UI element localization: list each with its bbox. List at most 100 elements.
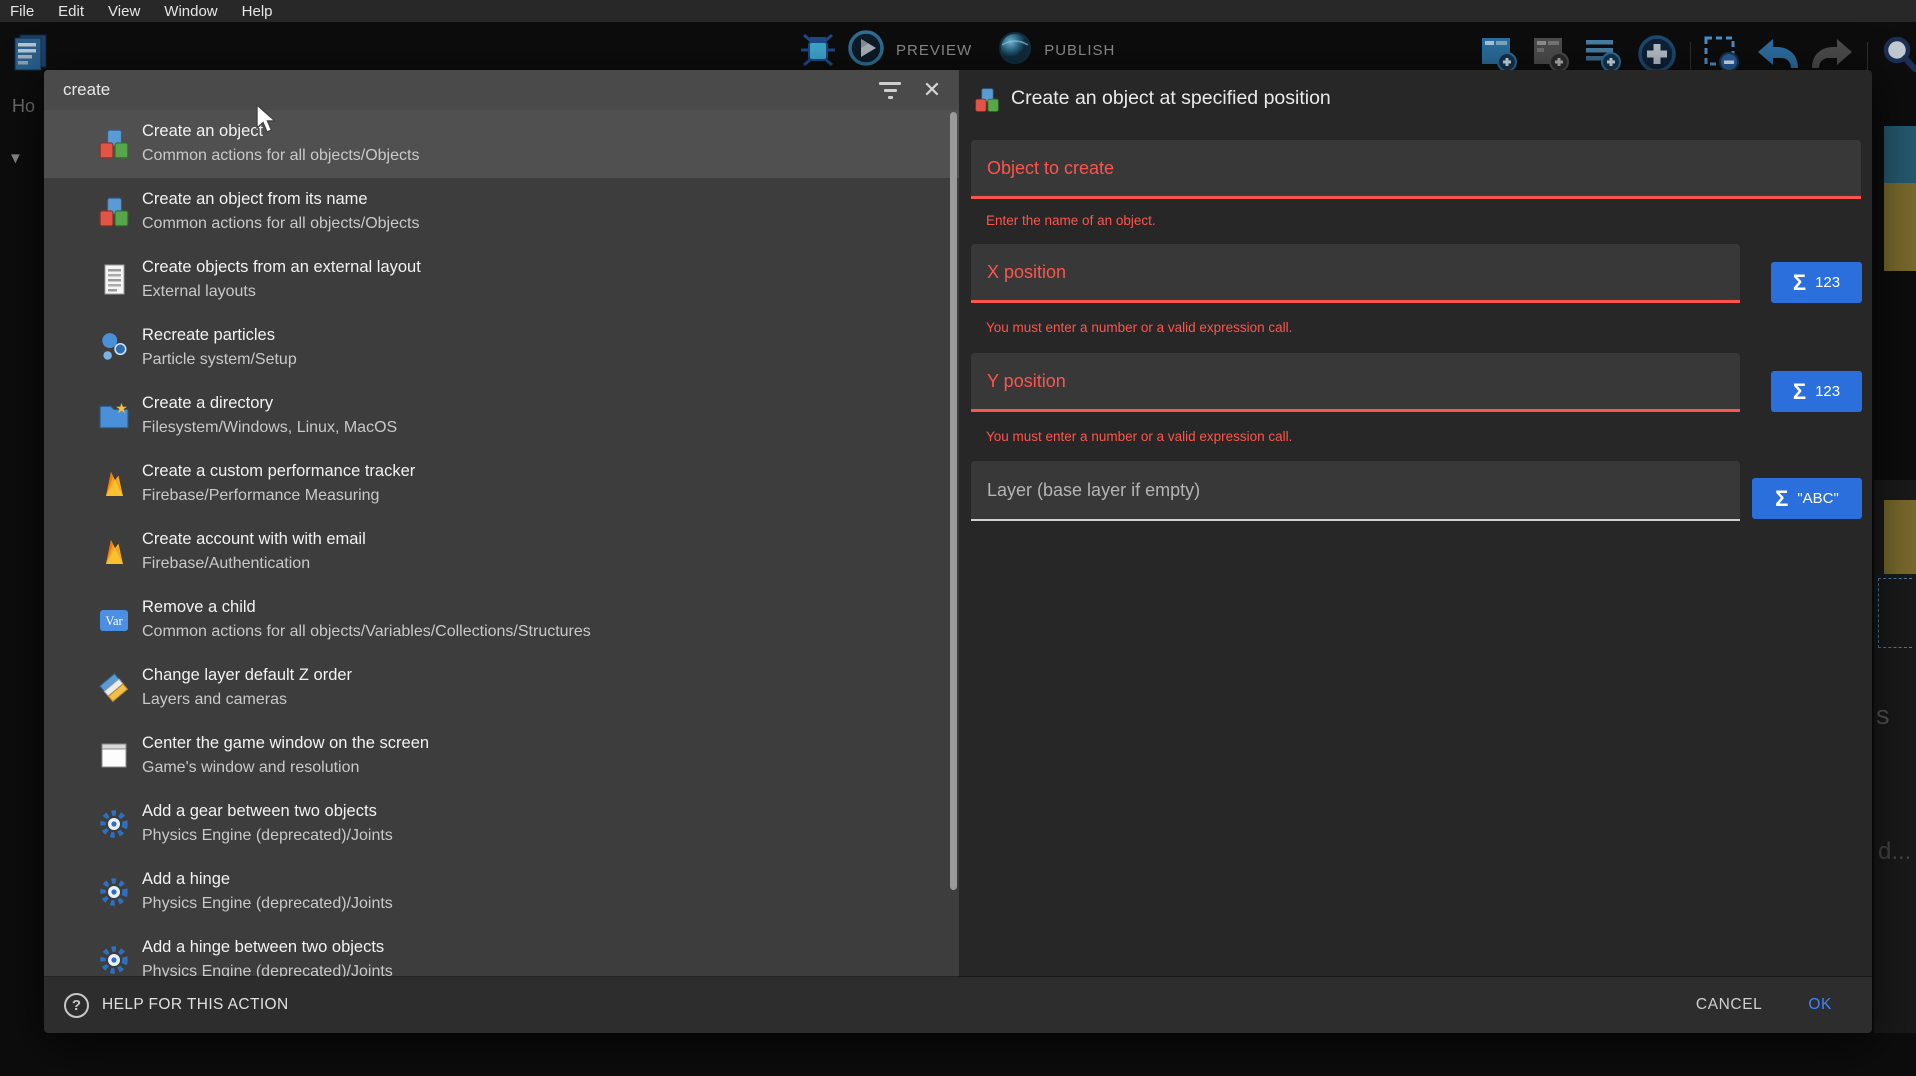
search-icon[interactable]	[1880, 33, 1916, 80]
field-label: Layer (base layer if empty)	[971, 480, 1200, 501]
menu-view[interactable]: View	[108, 3, 140, 20]
action-group: Physics Engine (deprecated)/Joints	[142, 892, 949, 916]
background-dashed-selection	[1878, 578, 1912, 648]
cancel-button[interactable]: CANCEL	[1696, 996, 1762, 1014]
list-item[interactable]: Create objects from an external layout E…	[44, 246, 959, 314]
firebase-icon	[96, 534, 132, 570]
menu-bar: File Edit View Window Help	[0, 0, 1916, 22]
close-icon[interactable]: ✕	[911, 70, 953, 110]
expression-type-label: 123	[1815, 383, 1840, 400]
action-group: External layouts	[142, 280, 949, 304]
list-item[interactable]: Recreate particles Particle system/Setup	[44, 314, 959, 382]
field-error-text: You must enter a number or a valid expre…	[986, 320, 1292, 335]
background-olive-block	[1884, 500, 1916, 574]
variable-icon: Var	[96, 602, 132, 638]
game-window-icon	[96, 738, 132, 774]
object-to-create-field[interactable]: Object to create	[971, 140, 1861, 199]
list-item[interactable]: Create account with with email Firebase/…	[44, 518, 959, 586]
menu-edit[interactable]: Edit	[58, 3, 84, 20]
expression-builder-button[interactable]: Σ 123	[1771, 371, 1862, 412]
sigma-icon: Σ	[1793, 272, 1806, 294]
action-group: Particle system/Setup	[142, 348, 949, 372]
home-tab-label: Ho	[12, 96, 35, 117]
action-results-list: Create an object Common actions for all …	[44, 110, 959, 977]
action-title: Change layer default Z order	[142, 662, 949, 688]
action-title: Recreate particles	[142, 322, 949, 348]
field-label: X position	[971, 262, 1066, 283]
action-title: Create a custom performance tracker	[142, 458, 949, 484]
filter-icon[interactable]	[869, 70, 911, 110]
action-group: Common actions for all objects/Variables…	[142, 620, 949, 644]
x-position-field[interactable]: X position	[971, 244, 1740, 303]
physics-joint-icon	[96, 942, 132, 977]
list-item[interactable]: Create an object Common actions for all …	[44, 110, 959, 178]
action-title: Create a directory	[142, 390, 949, 416]
folder-icon: ★	[96, 398, 132, 434]
toolbar-divider	[1690, 42, 1691, 72]
instruction-editor-dialog: ✕ Create an object Common actions for al…	[44, 70, 1872, 1033]
action-title: Add a hinge	[142, 866, 949, 892]
physics-joint-icon	[96, 874, 132, 910]
objects-icon	[973, 86, 1001, 119]
layers-icon	[96, 670, 132, 706]
help-for-this-action-button[interactable]: ? HELP FOR THIS ACTION	[64, 993, 289, 1018]
list-item[interactable]: Add a gear between two objects Physics E…	[44, 790, 959, 858]
action-group: Common actions for all objects/Objects	[142, 212, 949, 236]
layer-field[interactable]: Layer (base layer if empty)	[971, 461, 1740, 521]
action-parameters-panel: Create an object at specified position O…	[959, 70, 1872, 977]
list-item[interactable]: Add a hinge between two objects Physics …	[44, 926, 959, 977]
background-clipped-text: s	[1876, 700, 1890, 731]
action-title: Add a gear between two objects	[142, 798, 949, 824]
external-layout-icon	[96, 262, 132, 298]
publish-button[interactable]: PUBLISH	[1044, 42, 1115, 59]
background-olive-block	[1884, 183, 1916, 271]
field-label: Y position	[971, 371, 1066, 392]
action-title: Remove a child	[142, 594, 949, 620]
menu-window[interactable]: Window	[164, 3, 217, 20]
debug-icon[interactable]	[800, 29, 836, 72]
action-list-panel: ✕ Create an object Common actions for al…	[44, 70, 959, 977]
list-item[interactable]: Add a hinge Physics Engine (deprecated)/…	[44, 858, 959, 926]
objects-icon	[96, 126, 132, 162]
menu-help[interactable]: Help	[242, 3, 273, 20]
panel-title: Create an object at specified position	[1011, 87, 1331, 110]
y-position-field[interactable]: Y position	[971, 353, 1740, 412]
sigma-icon: Σ	[1775, 488, 1788, 510]
list-scrollbar[interactable]	[950, 112, 957, 890]
list-item[interactable]: Center the game window on the screen Gam…	[44, 722, 959, 790]
panel-header: Create an object at specified position	[959, 70, 1872, 126]
search-input[interactable]	[44, 80, 869, 100]
play-icon[interactable]	[846, 28, 886, 73]
string-expression-builder-button[interactable]: Σ "ABC"	[1752, 478, 1862, 519]
action-group: Firebase/Authentication	[142, 552, 949, 576]
field-error-text: You must enter a number or a valid expre…	[986, 429, 1292, 444]
list-item[interactable]: Create a custom performance tracker Fire…	[44, 450, 959, 518]
publish-sphere-icon[interactable]	[996, 29, 1034, 72]
expression-type-label: 123	[1815, 274, 1840, 291]
action-group: Game's window and resolution	[142, 756, 949, 780]
action-title: Create an object	[142, 118, 949, 144]
action-title: Create an object from its name	[142, 186, 949, 212]
toolbar-divider	[1867, 42, 1868, 72]
action-group: Physics Engine (deprecated)/Joints	[142, 824, 949, 848]
chevron-down-icon[interactable]: ▼	[8, 150, 23, 167]
action-group: Filesystem/Windows, Linux, MacOS	[142, 416, 949, 440]
expression-type-label: "ABC"	[1797, 490, 1839, 507]
action-title: Create objects from an external layout	[142, 254, 949, 280]
action-group: Firebase/Performance Measuring	[142, 484, 949, 508]
objects-icon	[96, 194, 132, 230]
list-item[interactable]: Var Remove a child Common actions for al…	[44, 586, 959, 654]
list-item[interactable]: Change layer default Z order Layers and …	[44, 654, 959, 722]
ok-button[interactable]: OK	[1808, 996, 1832, 1014]
list-item[interactable]: ★ Create a directory Filesystem/Windows,…	[44, 382, 959, 450]
list-item[interactable]: Create an object from its name Common ac…	[44, 178, 959, 246]
action-group: Physics Engine (deprecated)/Joints	[142, 960, 949, 977]
expression-builder-button[interactable]: Σ 123	[1771, 262, 1862, 303]
background-teal-block	[1884, 126, 1916, 183]
particles-icon	[96, 330, 132, 366]
help-icon: ?	[64, 993, 89, 1018]
menu-file[interactable]: File	[10, 3, 34, 20]
firebase-icon	[96, 466, 132, 502]
svg-text:Var: Var	[105, 614, 123, 628]
preview-button[interactable]: PREVIEW	[896, 42, 972, 59]
